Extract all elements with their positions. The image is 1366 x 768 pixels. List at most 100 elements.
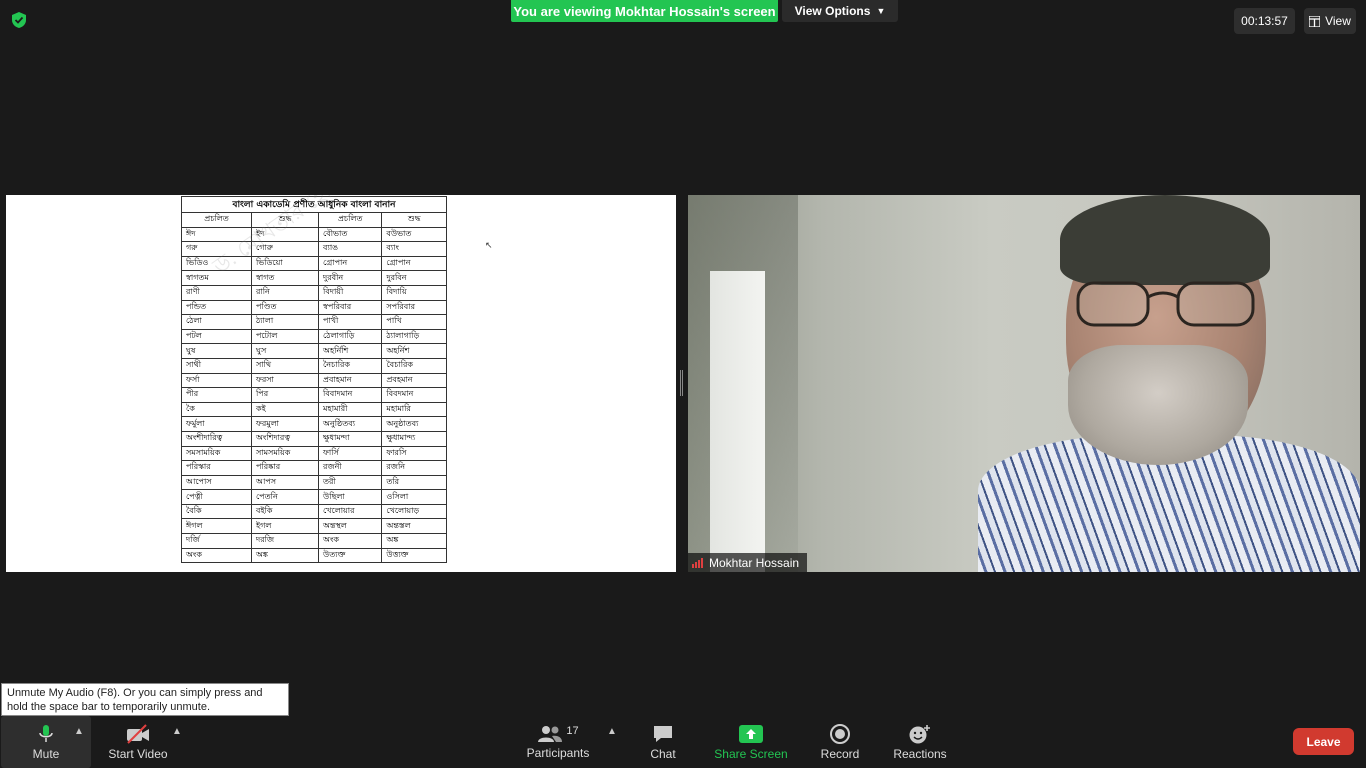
table-cell: রজনী [318, 460, 383, 476]
leave-button[interactable]: Leave [1293, 728, 1354, 755]
participants-count: 17 [566, 724, 579, 737]
table-cell: কই [250, 401, 320, 418]
table-cell: বৌভাত [318, 226, 383, 243]
table-cell: অন্তস্তল [381, 518, 447, 535]
encryption-shield-icon[interactable] [10, 11, 28, 29]
table-cell: গোরু [250, 241, 320, 257]
table-cell: অংক [181, 547, 252, 564]
table-cell: প্রবাহমান [318, 372, 383, 389]
signal-strength-icon [692, 557, 703, 568]
participants-label: Participants [526, 745, 590, 760]
participant-name: Mokhtar Hossain [709, 555, 800, 570]
audio-options-caret-icon[interactable]: ▲ [74, 726, 84, 737]
table-row: গরু গোরু ব্যাঙ ব্যাং [181, 241, 447, 257]
table-cell: গ্রোপান [318, 255, 383, 272]
table-cell: ফার্সি [318, 445, 383, 462]
column-header: প্রচলিত [318, 212, 383, 228]
spelling-table: বাংলা একাডেমি প্রণীত আধুনিক বাংলা বানান … [181, 196, 447, 564]
table-cell: সপরিবার [381, 299, 447, 316]
table-cell: অন্তস্থল [318, 518, 383, 535]
table-row: সাথী সাথি নৈচারিক বৈচারিক [181, 357, 447, 374]
table-row: ঠেলা ঠ্যালা পাখী পাখি [181, 314, 447, 330]
table-cell: অংশীদারিত্ব [181, 430, 252, 447]
microphone-icon [39, 724, 53, 742]
table-cell: উত্যক্ত [318, 547, 383, 564]
participants-icon [538, 725, 563, 742]
start-video-label: Start Video [108, 746, 168, 761]
table-row: সমসাময়িক সামসময়িক ফার্সি ফারসি [181, 445, 447, 462]
meeting-timer: 00:13:57 [1234, 8, 1295, 34]
video-options-caret-icon[interactable]: ▲ [172, 726, 182, 737]
reactions-button[interactable]: Reactions [892, 716, 948, 768]
panel-splitter-handle[interactable] [680, 370, 683, 396]
table-cell: তরী [318, 474, 383, 491]
viewing-screen-banner: You are viewing Mokhtar Hossain's screen [511, 0, 778, 22]
participants-button[interactable]: 17 Participants [522, 716, 594, 768]
table-row: পেত্নী পেতনি উছিলা ওসিলা [181, 489, 447, 505]
table-cell: সাথী [181, 357, 252, 374]
table-cell: বিদায়ী [318, 284, 383, 301]
table-row: অংশীদারিত্ব অংশিদারত্ব ক্ষুধামন্দা ক্ষুধামা… [181, 430, 447, 447]
table-cell: দর্জি [181, 533, 252, 549]
table-cell: পীর [181, 387, 252, 403]
unmute-tooltip: Unmute My Audio (F8). Or you can simply … [1, 683, 289, 716]
table-cell: পেতনি [250, 489, 320, 505]
table-cell: উত্ত্যক্ত [381, 547, 447, 564]
mute-button[interactable]: Mute [1, 716, 91, 768]
table-row: স্বাগতম স্বাগত দুরবীন দুরবিন [181, 270, 447, 286]
table-cell: পরিষ্কার [250, 460, 320, 476]
chevron-down-icon: ▼ [876, 6, 886, 16]
record-icon [830, 723, 850, 744]
table-cell: দরজি [250, 533, 320, 549]
table-row: ঈগল ইগল অন্তস্থল অন্তস্তল [181, 518, 447, 535]
chat-button[interactable]: Chat [640, 716, 686, 768]
table-row: দর্জি দরজি অংক অঙ্ক [181, 533, 447, 549]
chat-label: Chat [650, 746, 676, 761]
table-cell: খেলোয়ার [318, 503, 383, 520]
table-row: ফর্সা ফরসা প্রবাহমান প্রবহমান [181, 372, 447, 389]
chat-icon [654, 725, 672, 742]
table-cell: ঈদ [181, 226, 252, 243]
table-cell: ফারসি [381, 445, 447, 462]
table-cell: সাথি [250, 357, 320, 374]
table-cell: রজনি [381, 460, 447, 476]
record-button[interactable]: Record [816, 716, 864, 768]
share-screen-button[interactable]: Share Screen [712, 716, 790, 768]
table-cell: পাখী [318, 314, 383, 330]
view-button[interactable]: View [1304, 8, 1356, 34]
table-row: বৈকি বইকি খেলোয়ার খেলোয়াড় [181, 503, 447, 520]
reactions-smiley-icon [909, 724, 930, 743]
table-cell: কৈ [181, 401, 252, 418]
participant-video-tile[interactable]: Mokhtar Hossain [688, 195, 1360, 572]
table-cell: রানি [250, 284, 320, 301]
table-cell: ভিডিও [181, 255, 252, 272]
table-cell: স্বাগতম [181, 270, 252, 286]
view-options-button[interactable]: View Options ▼ [782, 0, 898, 22]
table-cell: ঘুস [250, 343, 320, 359]
participants-options-caret-icon[interactable]: ▲ [607, 726, 617, 737]
table-cell: ফরসা [250, 372, 320, 389]
table-cell: দুরবিন [381, 270, 447, 286]
table-row: ভিডিও ভিডিয়ো গ্রোপান গ্রোপান [181, 255, 447, 272]
table-cell: বৈচারিক [381, 357, 447, 374]
view-options-label: View Options [794, 4, 871, 18]
view-label: View [1325, 14, 1351, 28]
glasses-graphic [1076, 281, 1255, 327]
table-cell: গ্রোপান [381, 255, 447, 272]
table-cell: অনুষ্ঠাতব্য [381, 416, 447, 432]
table-cell: আপোস [181, 474, 252, 491]
table-cell: ব্যাং [381, 241, 447, 257]
table-cell: মহামারী [318, 401, 383, 418]
shared-screen-view: বাংলা একাডেমি প্রণীত আধুনিক বাংলা বানান … [6, 195, 676, 572]
table-cell: অহর্নিশি [318, 343, 383, 359]
table-cell: রাণী [181, 284, 252, 301]
table-cell: অংশিদারত্ব [250, 430, 320, 447]
share-screen-icon [739, 724, 763, 743]
table-cell: বউভাত [381, 226, 447, 243]
video-off-icon [127, 723, 149, 744]
table-cell: স্বাগত [250, 270, 320, 286]
table-cell: বইকি [250, 503, 320, 520]
table-cell: অংক [318, 533, 383, 549]
start-video-button[interactable]: Start Video [103, 716, 173, 768]
table-cell: পটল [181, 328, 252, 345]
